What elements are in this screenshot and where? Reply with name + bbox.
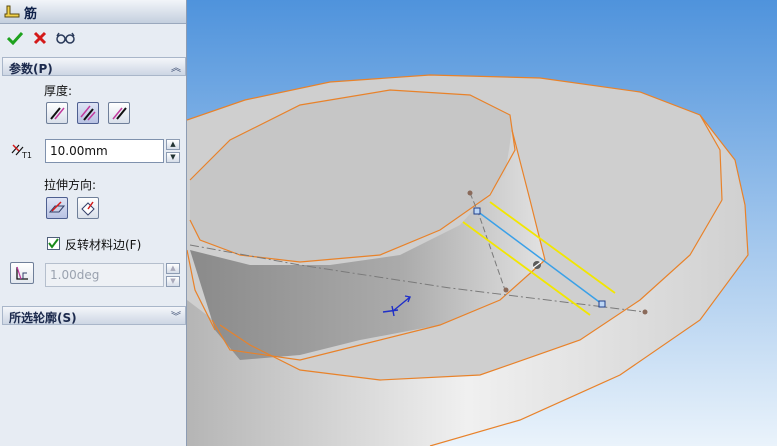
chevron-down-icon[interactable]: ︾: [171, 308, 181, 323]
normal-to-sketch-icon: [81, 201, 95, 216]
sketch-point[interactable]: [467, 190, 473, 196]
checkmark-icon: [48, 238, 59, 249]
parallel-to-sketch-icon: [49, 201, 65, 213]
thickness-input[interactable]: 10.00mm: [45, 139, 164, 163]
rib-feature-icon: [4, 4, 20, 19]
selected-contours-header: 所选轮廓(S): [9, 311, 77, 325]
spin-down-icon[interactable]: ▼: [166, 152, 180, 163]
both-sides-icon: [80, 105, 96, 121]
draft-angle-spinner: ▲ ▼: [166, 263, 180, 287]
first-side-icon: [50, 107, 65, 120]
close-icon[interactable]: [30, 28, 50, 48]
glasses-icon[interactable]: [56, 28, 76, 48]
sketch-point[interactable]: [503, 287, 509, 293]
thickness-label: 厚度:: [44, 84, 73, 98]
parallel-to-sketch-button[interactable]: [46, 197, 68, 219]
normal-to-sketch-button[interactable]: [77, 197, 99, 219]
spin-down-icon: ▼: [166, 276, 180, 287]
reverse-material-side-checkbox[interactable]: [47, 237, 60, 250]
selected-contours-group-header[interactable]: 所选轮廓(S) ︾: [2, 306, 186, 325]
graphics-viewport[interactable]: [187, 0, 777, 446]
svg-text:T1: T1: [21, 151, 32, 159]
spin-up-icon[interactable]: ▲: [166, 139, 180, 150]
reverse-material-side-label[interactable]: 反转材料边(F): [65, 236, 141, 253]
spin-up-icon: ▲: [166, 263, 180, 274]
parameters-header: 参数(P): [9, 62, 53, 76]
thickness-both-sides-button[interactable]: [77, 102, 99, 124]
draft-toggle-button[interactable]: [10, 262, 34, 284]
thickness-first-side-button[interactable]: [46, 102, 68, 124]
feature-title: 筋: [24, 7, 38, 22]
second-side-icon: [112, 107, 127, 120]
draft-icon: [16, 266, 28, 280]
direction-arrow-icon[interactable]: [532, 261, 542, 269]
sketch-endpoint-handle[interactable]: [598, 300, 606, 308]
draft-angle-input: 1.00deg: [45, 263, 164, 287]
check-icon[interactable]: [5, 28, 25, 48]
action-bar: [0, 24, 186, 52]
sketch-endpoint-handle[interactable]: [473, 207, 481, 215]
sketch-point[interactable]: [642, 309, 648, 315]
property-manager-panel: 筋 参数(P) ︽ 厚度: T1 10.00mm ▲ ▼ 拉伸方向: 反转材料边…: [0, 0, 187, 446]
thickness-icon: T1: [10, 141, 32, 162]
thickness-second-side-button[interactable]: [108, 102, 130, 124]
extrusion-direction-label: 拉伸方向:: [44, 178, 97, 192]
feature-title-bar: 筋: [0, 0, 186, 24]
parameters-group-header[interactable]: 参数(P) ︽: [2, 57, 186, 76]
thickness-spinner[interactable]: ▲ ▼: [166, 139, 180, 163]
chevron-up-icon[interactable]: ︽: [171, 59, 181, 74]
model-view[interactable]: [187, 0, 777, 446]
